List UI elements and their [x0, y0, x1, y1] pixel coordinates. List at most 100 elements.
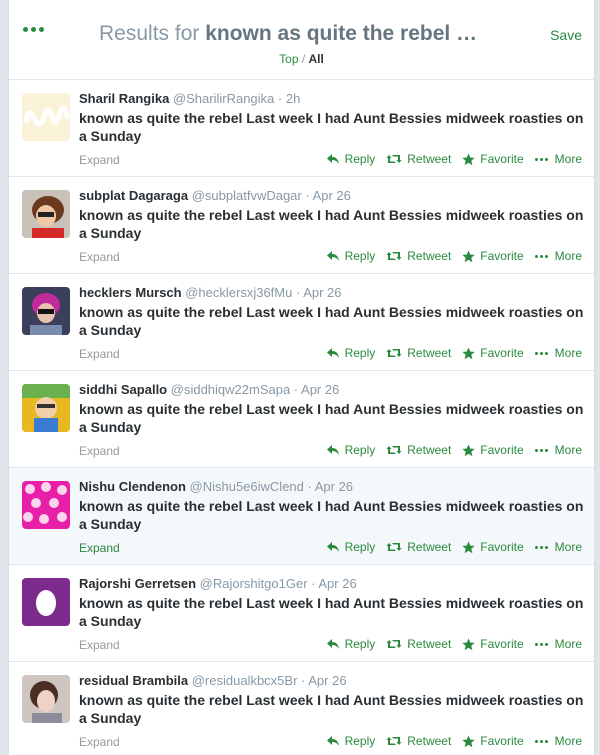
more-button[interactable]: More	[534, 443, 582, 457]
retweet-button[interactable]: Retweet	[386, 443, 451, 457]
user-handle[interactable]: @hecklersxj36fMu	[185, 285, 292, 300]
avatar[interactable]	[22, 93, 70, 141]
more-button[interactable]: More	[534, 346, 582, 360]
favorite-label: Favorite	[480, 443, 524, 457]
retweet-icon	[386, 543, 402, 551]
favorite-button[interactable]: Favorite	[462, 734, 524, 748]
retweet-button[interactable]: Retweet	[386, 637, 451, 651]
tweet-text: known as quite the rebel Last week I had…	[79, 207, 584, 241]
more-options-icon[interactable]	[23, 25, 47, 35]
tweet-item[interactable]: residual Brambila @residualkbcx5Br · Apr…	[9, 662, 594, 755]
favorite-label: Favorite	[480, 637, 524, 651]
more-button[interactable]: More	[534, 540, 582, 554]
star-icon	[462, 735, 475, 747]
expand-link[interactable]: Expand	[79, 444, 120, 458]
reply-icon	[326, 154, 339, 164]
expand-link[interactable]: Expand	[79, 638, 120, 652]
tweet-item[interactable]: Rajorshi Gerretsen @Rajorshitgo1Ger · Ap…	[9, 565, 594, 662]
user-name[interactable]: siddhi Sapallo	[79, 382, 167, 397]
retweet-label: Retweet	[407, 152, 452, 166]
reply-button[interactable]: Reply	[326, 346, 375, 360]
retweet-button[interactable]: Retweet	[386, 734, 451, 748]
expand-link[interactable]: Expand	[79, 541, 120, 555]
tweet-timestamp[interactable]: Apr 26	[303, 285, 341, 300]
user-handle[interactable]: @residualkbcx5Br	[192, 673, 298, 688]
user-name[interactable]: subplat Dagaraga	[79, 188, 188, 203]
reply-button[interactable]: Reply	[326, 540, 375, 554]
tweet-timestamp[interactable]: Apr 26	[315, 479, 353, 494]
favorite-button[interactable]: Favorite	[462, 443, 524, 457]
retweet-button[interactable]: Retweet	[386, 540, 451, 554]
tweet-timestamp[interactable]: Apr 26	[318, 576, 356, 591]
reply-button[interactable]: Reply	[326, 734, 375, 748]
favorite-button[interactable]: Favorite	[462, 637, 524, 651]
user-name[interactable]: hecklers Mursch	[79, 285, 182, 300]
reply-button[interactable]: Reply	[326, 152, 375, 166]
tweet-actions: Reply Retweet Favorite More	[315, 443, 582, 457]
tweet-timestamp[interactable]: Apr 26	[308, 673, 346, 688]
retweet-label: Retweet	[407, 443, 452, 457]
tweet-item[interactable]: Nishu Clendenon @Nishu5e6iwClend · Apr 2…	[9, 468, 594, 565]
more-button[interactable]: More	[534, 637, 582, 651]
more-button[interactable]: More	[534, 249, 582, 263]
more-button[interactable]: More	[534, 734, 582, 748]
filter-top-link[interactable]: Top	[279, 52, 298, 66]
avatar[interactable]	[22, 675, 70, 723]
user-name[interactable]: residual Brambila	[79, 673, 188, 688]
tweet-text: known as quite the rebel Last week I had…	[79, 401, 584, 435]
favorite-button[interactable]: Favorite	[462, 540, 524, 554]
tweet-actions: Reply Retweet Favorite More	[315, 637, 582, 651]
tweet-item[interactable]: Sharil Rangika @SharilirRangika · 2h kno…	[9, 80, 594, 177]
reply-icon	[326, 542, 339, 552]
reply-button[interactable]: Reply	[326, 249, 376, 263]
more-dots-icon	[534, 642, 550, 646]
expand-link[interactable]: Expand	[79, 250, 120, 264]
tweet-item[interactable]: siddhi Sapallo @siddhiqw22mSapa · Apr 26…	[9, 371, 594, 468]
expand-link[interactable]: Expand	[79, 153, 120, 167]
user-name[interactable]: Sharil Rangika	[79, 91, 169, 106]
more-dots-icon	[534, 254, 550, 258]
user-handle[interactable]: @SharilirRangika	[173, 91, 274, 106]
more-label: More	[554, 540, 582, 554]
expand-link[interactable]: Expand	[79, 735, 120, 749]
avatar[interactable]	[22, 578, 70, 626]
avatar[interactable]	[22, 190, 70, 238]
search-results-panel: Results for known as quite the rebel … S…	[8, 0, 595, 755]
tweet-timestamp[interactable]: 2h	[286, 91, 300, 106]
user-handle[interactable]: @siddhiqw22mSapa	[171, 382, 290, 397]
tweet-timestamp[interactable]: Apr 26	[313, 188, 351, 203]
tweet-text: known as quite the rebel Last week I had…	[79, 595, 584, 629]
tweet-timestamp[interactable]: Apr 26	[301, 382, 339, 397]
expand-link[interactable]: Expand	[79, 347, 120, 361]
retweet-button[interactable]: Retweet	[386, 249, 451, 263]
more-dots-icon	[534, 545, 550, 549]
favorite-label: Favorite	[480, 734, 524, 748]
favorite-button[interactable]: Favorite	[462, 152, 524, 166]
save-button[interactable]: Save	[550, 27, 582, 43]
reply-icon	[326, 251, 339, 261]
tweet-item[interactable]: subplat Dagaraga @subplatfvwDagar · Apr …	[9, 177, 594, 274]
user-name[interactable]: Nishu Clendenon	[79, 479, 186, 494]
reply-label: Reply	[344, 249, 376, 263]
favorite-button[interactable]: Favorite	[462, 249, 524, 263]
avatar[interactable]	[22, 481, 70, 529]
avatar[interactable]	[22, 287, 70, 335]
user-handle[interactable]: @subplatfvwDagar	[192, 188, 302, 203]
user-handle[interactable]: @Rajorshitgo1Ger	[200, 576, 308, 591]
reply-button[interactable]: Reply	[326, 637, 375, 651]
user-name[interactable]: Rajorshi Gerretsen	[79, 576, 196, 591]
user-handle[interactable]: @Nishu5e6iwClend	[190, 479, 304, 494]
retweet-button[interactable]: Retweet	[386, 346, 451, 360]
reply-icon	[326, 736, 339, 746]
more-button[interactable]: More	[534, 152, 582, 166]
avatar[interactable]	[22, 384, 70, 432]
filter-all-link[interactable]: All	[309, 52, 324, 66]
favorite-label: Favorite	[480, 540, 524, 554]
meta-separator: ·	[274, 91, 286, 106]
retweet-button[interactable]: Retweet	[386, 152, 451, 166]
reply-button[interactable]: Reply	[326, 443, 375, 457]
star-icon	[462, 153, 475, 165]
reply-icon	[326, 445, 339, 455]
tweet-item[interactable]: hecklers Mursch @hecklersxj36fMu · Apr 2…	[9, 274, 594, 371]
favorite-button[interactable]: Favorite	[462, 346, 524, 360]
